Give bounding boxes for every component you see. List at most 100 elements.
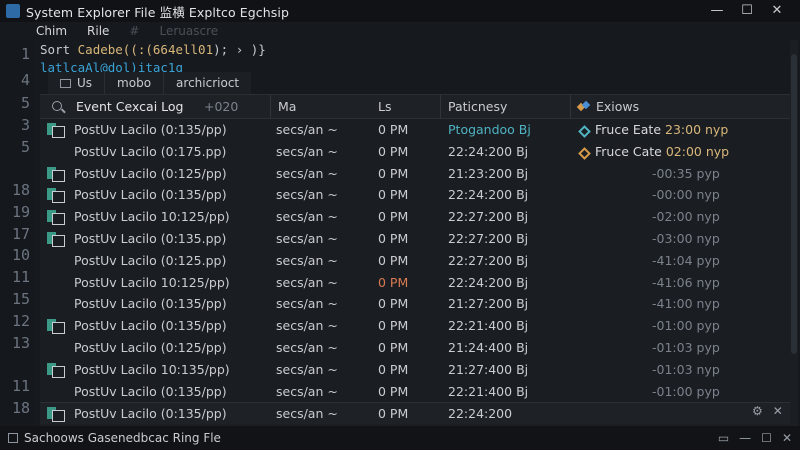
event-pm: 0 PM — [378, 340, 409, 355]
table-row[interactable]: PostUv Lacilo (0:135/pp) secs/an ~ 0 PM 22:… — [40, 402, 792, 425]
event-pm: 0 PM — [378, 187, 409, 203]
restore-icon[interactable]: ☐ — [761, 431, 772, 445]
header-ls[interactable]: Ls — [378, 99, 391, 114]
event-pm: 0 PM — [378, 143, 409, 159]
header-event-log[interactable]: Event Cexcai Log — [76, 99, 183, 114]
log-entry-icon — [47, 123, 65, 138]
event-source: secs/an ~ — [276, 274, 338, 290]
line-number: 15 — [11, 290, 30, 308]
log-entry-icon — [47, 407, 65, 423]
tab-us[interactable]: Us — [48, 72, 106, 94]
vertical-scrollbar[interactable] — [790, 40, 798, 426]
tab-row: Us mobo archicrioct — [48, 72, 252, 94]
table-row[interactable]: PostUv Lacilo (0:175.pp) secs/an ~ 0 PM 22:… — [40, 141, 792, 163]
event-time: 22:24:200 — [448, 406, 513, 422]
line-number: 17 — [11, 225, 30, 243]
event-source: secs/an ~ — [276, 406, 338, 422]
line-number: 13 — [11, 334, 30, 352]
line-number: 4 — [20, 71, 30, 89]
table-row[interactable]: PostUv Lacilo 10:125/pp) secs/an ~ 0 PM 22:… — [40, 206, 792, 228]
event-time: 22:24:200 Bj — [448, 274, 529, 290]
event-offset: -01:00 pyp — [652, 383, 720, 399]
event-pm: 0 PM — [378, 383, 409, 399]
menu-faint-label: Leruascre — [159, 24, 219, 38]
event-name: PostUv Lacilo (0:125/pp) — [74, 165, 227, 181]
close-button[interactable]: ✕ — [762, 2, 792, 20]
line-number: 11 — [11, 268, 30, 286]
table-row[interactable]: PostUv Lacilo 10:125/pp) secs/an ~ 0 PM 22:… — [40, 272, 792, 294]
event-name: PostUv Lacilo (0:135/pp) — [74, 296, 227, 312]
menu-faint-hash: # — [129, 24, 140, 38]
event-pm: 0 PM — [378, 274, 409, 290]
table-row[interactable]: PostUv Lacilo (0:125.pp) secs/an ~ 0 PM 22:… — [40, 250, 792, 272]
window-controls: — ☐ ✕ — [702, 2, 792, 20]
event-time: 22:21:400 Bj — [448, 318, 529, 334]
line-number: 10 — [11, 246, 30, 264]
event-name: PostUv Lacilo 10:125/pp) — [74, 274, 230, 290]
log-entry-icon — [47, 210, 65, 226]
tab-label: archicrioct — [176, 76, 240, 90]
window-title: System Explorer File 监横 Expltco Egchsip — [26, 4, 290, 20]
menu-item-rile[interactable]: Rile — [77, 24, 119, 38]
event-name: PostUv Lacilo 10:135/pp) — [74, 361, 230, 377]
tile-icon[interactable]: ▭ — [718, 431, 729, 445]
table-row[interactable]: PostUv Lacilo 10:135/pp) secs/an ~ 0 PM 21:… — [40, 359, 792, 381]
header-exiows[interactable]: Exiows — [596, 99, 639, 114]
search-icon[interactable] — [52, 101, 62, 111]
event-offset: -01:03 nyp — [652, 361, 720, 377]
log-entry-icon — [47, 188, 65, 204]
tab-archicrioct[interactable]: archicrioct — [164, 72, 251, 94]
column-divider[interactable] — [440, 95, 441, 119]
folder-icon — [60, 79, 71, 88]
event-source: secs/an ~ — [276, 165, 338, 181]
event-time: Ptogandoo Bj — [448, 122, 531, 137]
table-row[interactable]: PostUv Lacilo (0:125/pp) secs/an ~ 0 PM 21:… — [40, 337, 792, 359]
menu-item-chim[interactable]: Chim — [0, 24, 77, 38]
menu-bar: Chim Rile # Leruascre — [0, 22, 800, 40]
event-name: PostUv Lacilo (0:125.pp) — [74, 252, 227, 268]
event-source: secs/an ~ — [276, 383, 338, 399]
event-time: 22:24:200 Bj — [448, 143, 529, 159]
event-source: secs/an ~ — [276, 361, 338, 377]
tab-label: Us — [77, 76, 93, 90]
scrollbar-thumb[interactable] — [791, 54, 797, 354]
event-name: PostUv Lacilo (0:135/pp) — [74, 318, 227, 334]
table-row[interactable]: PostUv Lacilo (0:135/pp) secs/an ~ 0 PM Pto… — [40, 119, 792, 141]
settings-icon[interactable]: ⚙ — [752, 404, 763, 418]
header-ma[interactable]: Ma — [278, 99, 296, 114]
column-divider[interactable] — [570, 95, 571, 119]
event-name: PostUv Lacilo 10:125/pp) — [74, 209, 230, 225]
table-row[interactable]: PostUv Lacilo (0:135/pp) secs/an ~ 0 PM 22:… — [40, 315, 792, 337]
table-row[interactable]: PostUv Lacilo (0:125/pp) secs/an ~ 0 PM 21:… — [40, 163, 792, 185]
event-time: 21:24:400 Bj — [448, 340, 529, 355]
event-time: 21:27:200 Bj — [448, 296, 529, 312]
event-relation: Fruce Cate 02:00 nyp — [578, 144, 729, 160]
events-icon — [578, 102, 588, 112]
status-icons: ▭ — ☐ ✕ — [718, 431, 792, 445]
event-source: secs/an ~ — [276, 122, 338, 137]
event-name: PostUv Lacilo (0:135/pp) — [74, 187, 227, 203]
header-num: +020 — [204, 99, 239, 114]
minimize-icon[interactable]: — — [739, 431, 751, 445]
line-number: 1 — [20, 45, 30, 63]
event-source: secs/an ~ — [276, 318, 338, 334]
close-icon[interactable]: ✕ — [782, 431, 792, 445]
header-paticnesy[interactable]: Paticnesy — [448, 99, 507, 114]
minimize-button[interactable]: — — [702, 2, 732, 20]
line-number: 18 — [11, 399, 30, 417]
close-icon[interactable]: ✕ — [773, 404, 783, 418]
event-pm: 0 PM — [378, 231, 409, 246]
code-token: ); — [213, 42, 229, 57]
table-row[interactable]: PostUv Lacilo (0:135/pp) secs/an ~ 0 PM 22:… — [40, 381, 792, 403]
table-row[interactable]: PostUv Lacilo (0:135.pp) secs/an ~ 0 PM 22:… — [40, 228, 792, 250]
table-row[interactable]: PostUv Lacilo (0:135/pp) secs/an ~ 0 PM 22:… — [40, 184, 792, 206]
event-pm: 0 PM — [378, 318, 409, 334]
event-source: secs/an ~ — [276, 209, 338, 225]
tab-mobo[interactable]: mobo — [105, 72, 165, 94]
table-row[interactable]: PostUv Lacilo (0:135/pp) secs/an ~ 0 PM 21:… — [40, 293, 792, 315]
maximize-button[interactable]: ☐ — [732, 2, 762, 20]
event-name: PostUv Lacilo (0:135/pp) — [74, 383, 227, 399]
event-name: PostUv Lacilo (0:135.pp) — [74, 231, 227, 246]
code-token: Cadebe((:( — [77, 42, 153, 57]
column-divider[interactable] — [270, 95, 271, 119]
